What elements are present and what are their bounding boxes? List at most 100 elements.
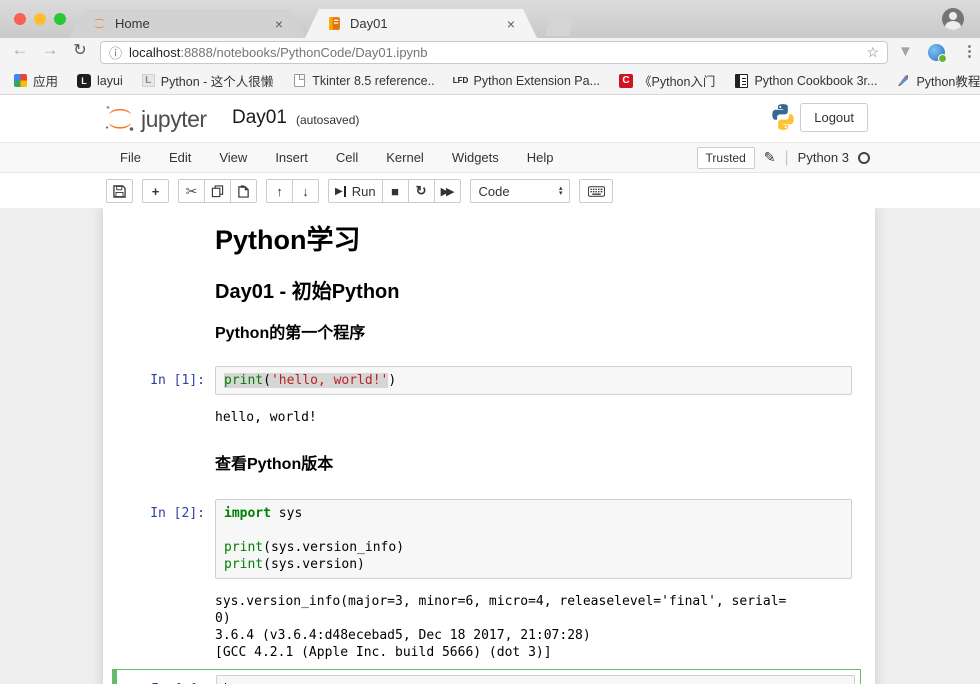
letter-l-favicon-icon: L <box>142 74 155 87</box>
floppy-icon <box>113 185 126 198</box>
apps-grid-icon <box>14 74 27 87</box>
jupyter-logo[interactable]: jupyter <box>104 104 207 132</box>
bookmark-tkinter[interactable]: Tkinter 8.5 reference.. <box>292 74 434 88</box>
forward-icon[interactable]: → <box>38 40 62 60</box>
menu-cell[interactable]: Cell <box>322 143 372 172</box>
move-cell-down-button[interactable]: ↓ <box>292 179 319 203</box>
menu-widgets[interactable]: Widgets <box>438 143 513 172</box>
code-cell-2: In [2]: import sys print(sys.version_inf… <box>103 499 875 579</box>
back-icon[interactable]: ← <box>8 40 32 60</box>
menu-kernel[interactable]: Kernel <box>372 143 438 172</box>
browser-menu-icon[interactable]: ⋮ <box>962 42 977 60</box>
move-cell-up-button[interactable]: ↑ <box>266 179 293 203</box>
browser-titlebar: Home × Day01 × <box>0 0 980 38</box>
kernel-name: Python 3 <box>798 150 849 165</box>
logout-button[interactable]: Logout <box>800 103 868 132</box>
cell-type-select[interactable]: Code ▴▾ <box>470 179 570 203</box>
tab-home-label: Home <box>115 16 267 31</box>
browser-toolbar: ← → ↻ ⓘ localhost:8888/notebooks/PythonC… <box>0 38 980 67</box>
window-close-button[interactable] <box>14 13 26 25</box>
bookmark-python-extension[interactable]: LFD Python Extension Pa... <box>454 74 600 88</box>
cut-cell-button[interactable]: ✂ <box>178 179 205 203</box>
browser-profile-icon[interactable] <box>942 8 964 30</box>
add-cell-button[interactable]: + <box>142 179 169 203</box>
heading-day01: Day01 - 初始Python <box>215 280 852 304</box>
jupyter-logo-icon <box>104 104 136 132</box>
tab-day01-close-icon[interactable]: × <box>507 16 515 32</box>
bookmark-star-icon[interactable]: ☆ <box>866 44 879 61</box>
bookmark-layui[interactable]: L layui <box>77 74 123 88</box>
jupyter-header: jupyter Day01 (autosaved) Logout <box>0 95 980 142</box>
plus-icon: + <box>152 184 160 199</box>
restart-kernel-button[interactable]: ↻ <box>408 179 435 203</box>
bookmark-cookbook[interactable]: Python Cookbook 3r... <box>734 74 877 88</box>
code-input-1[interactable]: print('hello, world!') <box>215 366 852 395</box>
autosave-status: (autosaved) <box>296 113 359 127</box>
heading-first-program: Python的第一个程序 <box>215 324 852 344</box>
command-palette-button[interactable] <box>579 179 613 203</box>
restart-run-all-button[interactable]: ▶▶ <box>434 179 462 203</box>
code-input-2[interactable]: import sys print(sys.version_info) print… <box>215 499 852 579</box>
tab-home[interactable]: Home × <box>70 9 305 38</box>
stop-icon: ■ <box>391 184 399 199</box>
page-info-icon[interactable]: ⓘ <box>109 43 122 62</box>
copy-cell-button[interactable] <box>204 179 231 203</box>
edit-title-pencil-icon[interactable]: ✎ <box>764 149 776 166</box>
input-prompt-3: In [ ]: <box>122 675 216 684</box>
python-logo-icon <box>768 102 798 132</box>
notebook-scroll-area[interactable]: Python学习 Day01 - 初始Python Python的第一个程序 I… <box>0 208 980 684</box>
bookmark-python-tutorial[interactable]: Python教程 <box>896 71 980 90</box>
input-prompt-2: In [2]: <box>103 499 215 579</box>
copy-icon <box>211 185 224 198</box>
notebook-favicon-icon <box>327 16 342 31</box>
new-tab-button[interactable] <box>545 13 576 36</box>
menu-help[interactable]: Help <box>513 143 568 172</box>
menu-insert[interactable]: Insert <box>261 143 322 172</box>
jupyter-toolbar: + ✂ ↑ ↓ ▶ Run ■ ↻ ▶▶ Code <box>0 174 980 208</box>
output-text-2: sys.version_info(major=3, minor=6, micro… <box>215 587 852 661</box>
bookmark-python-intro[interactable]: C 《Python入门 <box>619 71 715 90</box>
page-favicon-icon <box>294 74 305 87</box>
heading-check-version: 查看Python版本 <box>215 455 852 475</box>
rocket-favicon-icon <box>896 74 910 88</box>
bookmarks-bar: 应用 L layui L Python - 这个人很懒 Tkinter 8.5 … <box>0 67 980 95</box>
jupyter-wordmark: jupyter <box>141 106 207 132</box>
code-cell-3-selected[interactable]: In [ ]: <box>112 669 861 684</box>
kernel-idle-indicator-icon <box>858 152 870 164</box>
save-button[interactable] <box>106 179 133 203</box>
trusted-button[interactable]: Trusted <box>697 147 755 169</box>
arrow-down-icon: ↓ <box>302 184 309 199</box>
menu-file[interactable]: File <box>106 143 155 172</box>
interrupt-kernel-button[interactable]: ■ <box>382 179 409 203</box>
arrow-up-icon: ↑ <box>276 184 283 199</box>
markdown-cell-h2: Day01 - 初始Python <box>103 280 875 304</box>
window-controls <box>14 13 66 25</box>
restart-icon: ↻ <box>416 183 427 199</box>
extension-v-icon[interactable]: ▼ <box>898 43 913 60</box>
tab-home-close-icon[interactable]: × <box>275 16 283 32</box>
bookmark-python-lazy[interactable]: L Python - 这个人很懒 <box>142 71 274 90</box>
address-bar[interactable]: ⓘ localhost:8888/notebooks/PythonCode/Da… <box>100 41 888 64</box>
reload-icon[interactable]: ↻ <box>68 40 92 60</box>
menu-edit[interactable]: Edit <box>155 143 205 172</box>
jupyter-favicon-icon <box>92 16 107 31</box>
tab-day01-label: Day01 <box>350 16 499 31</box>
window-minimize-button[interactable] <box>34 13 46 25</box>
window-zoom-button[interactable] <box>54 13 66 25</box>
output-text-1: hello, world! <box>215 403 852 426</box>
paste-cell-button[interactable] <box>230 179 257 203</box>
run-cell-button[interactable]: ▶ Run <box>328 179 383 203</box>
tab-day01[interactable]: Day01 × <box>305 9 537 38</box>
bookmark-apps[interactable]: 应用 <box>14 71 58 90</box>
run-label: Run <box>352 184 376 199</box>
code-input-3[interactable] <box>216 675 855 684</box>
markdown-cell-h1: Python学习 <box>103 224 875 256</box>
notebook-title[interactable]: Day01 <box>232 107 287 129</box>
paste-icon <box>237 185 250 198</box>
run-play-icon: ▶ <box>335 186 343 197</box>
extension-globe-icon[interactable] <box>928 44 945 61</box>
fast-forward-icon: ▶▶ <box>441 185 455 198</box>
output-cell-1: hello, world! <box>103 403 875 426</box>
menu-view[interactable]: View <box>205 143 261 172</box>
layui-favicon-icon: L <box>77 74 91 88</box>
